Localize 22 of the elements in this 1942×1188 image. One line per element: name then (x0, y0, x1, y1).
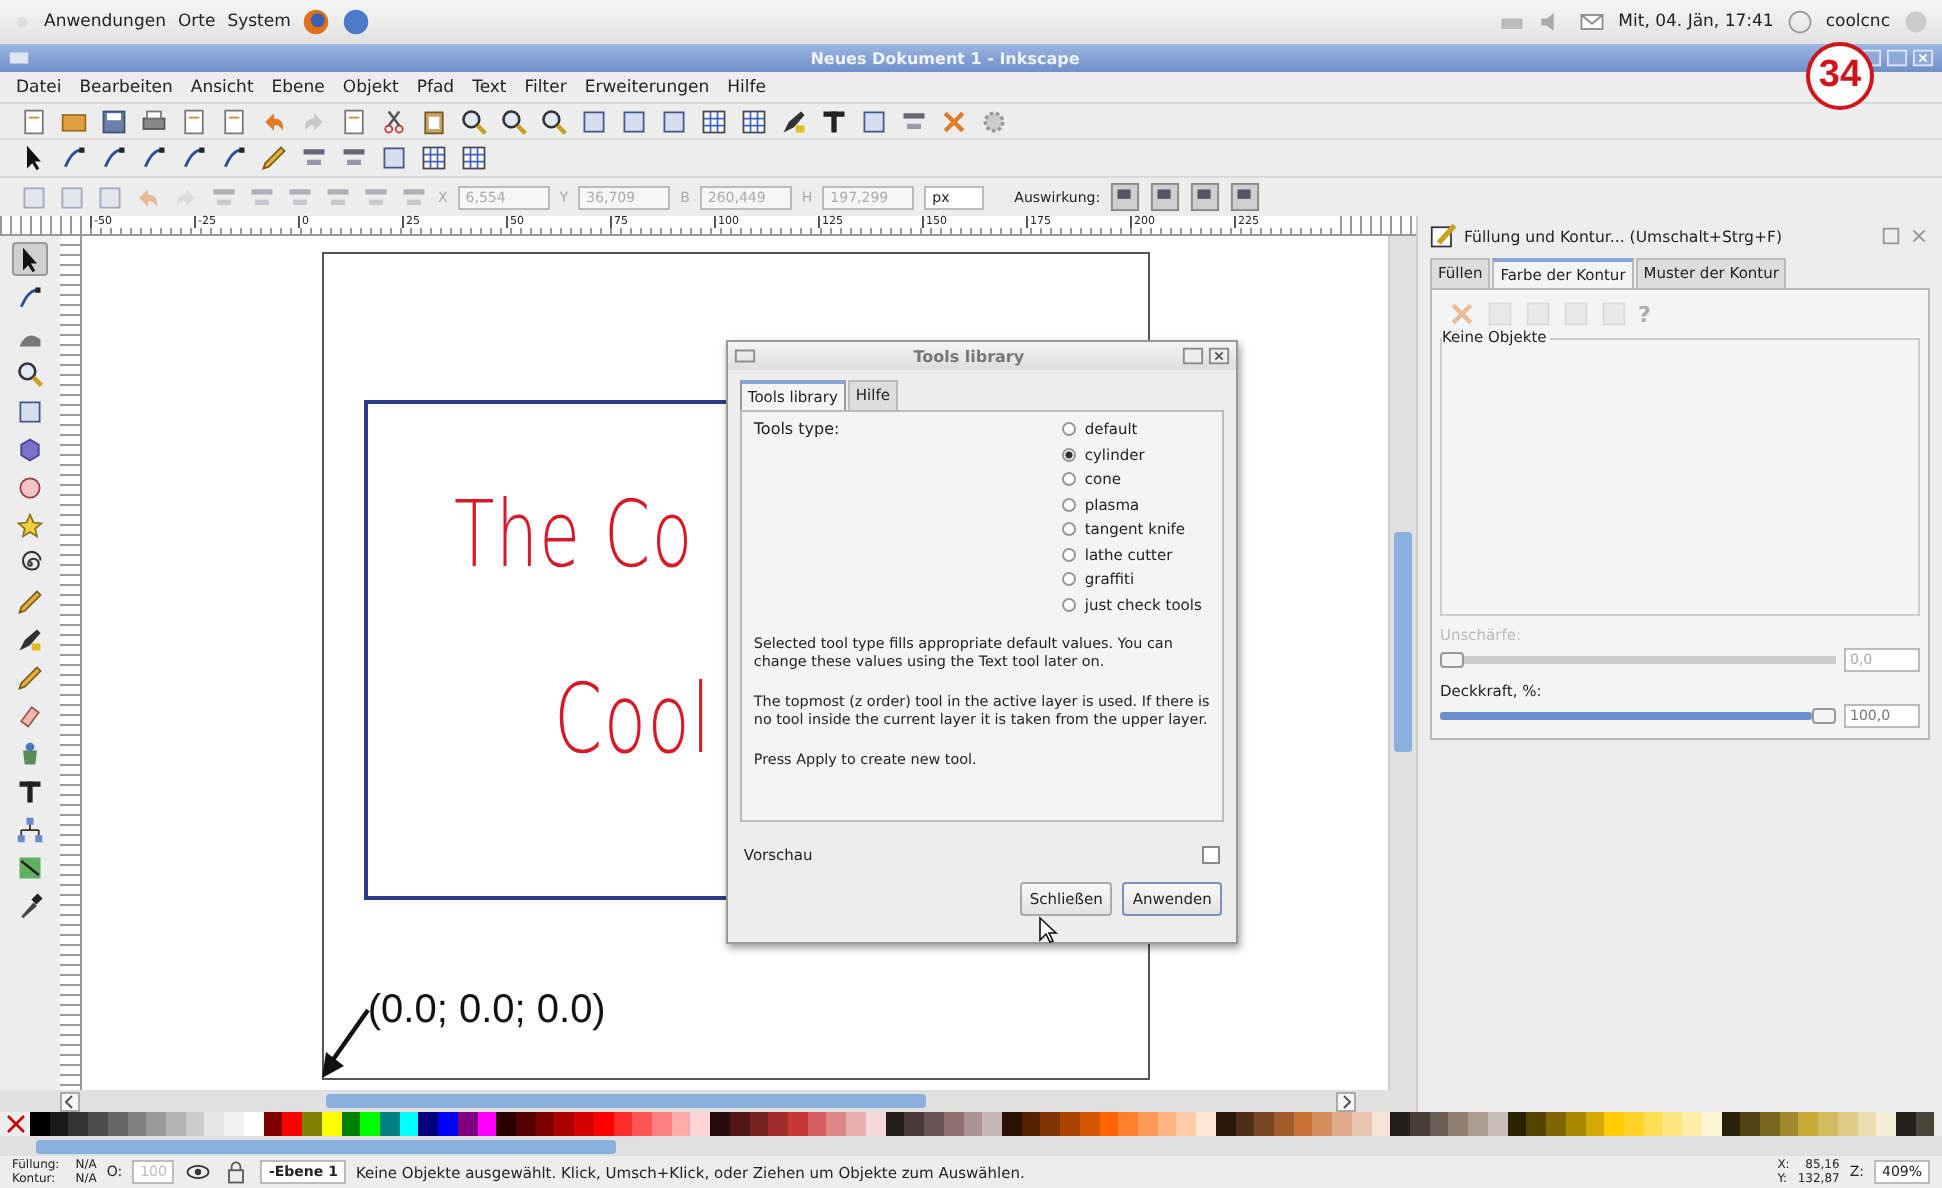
panel-menu[interactable]: System (227, 12, 291, 32)
menu-item[interactable]: Datei (16, 77, 62, 97)
menu-item[interactable]: Pfad (416, 77, 455, 97)
menu-item[interactable]: Filter (524, 77, 567, 97)
coordinate-label: (0.0; 0.0; 0.0) (367, 988, 606, 1034)
clock[interactable]: Mit, 04. Jän, 17:41 (1618, 12, 1774, 32)
canvas-text: Cool (553, 672, 712, 768)
window-title: Neues Dokument 1 - Inkscape (808, 49, 1082, 67)
menu-item[interactable]: Hilfe (727, 77, 766, 97)
tools-type-label: Tools type: (753, 420, 840, 442)
menu-item[interactable]: Ansicht (190, 77, 254, 97)
page-number-badge: 34 (1806, 42, 1874, 110)
panel-menu[interactable]: Anwendungen (44, 12, 166, 32)
dialog-title: Tools library (911, 347, 1027, 365)
menu-item[interactable]: Bearbeiten (79, 77, 173, 97)
menu-item[interactable]: Ebene (271, 77, 325, 97)
menu-item[interactable]: Erweiterungen (584, 77, 710, 97)
canvas-text: The Co (453, 488, 694, 580)
menu-item[interactable]: Text (472, 77, 507, 97)
user-name[interactable]: coolcnc (1825, 12, 1890, 32)
menu-item[interactable]: Objekt (342, 77, 399, 97)
panel-menu[interactable]: Orte (177, 12, 216, 32)
